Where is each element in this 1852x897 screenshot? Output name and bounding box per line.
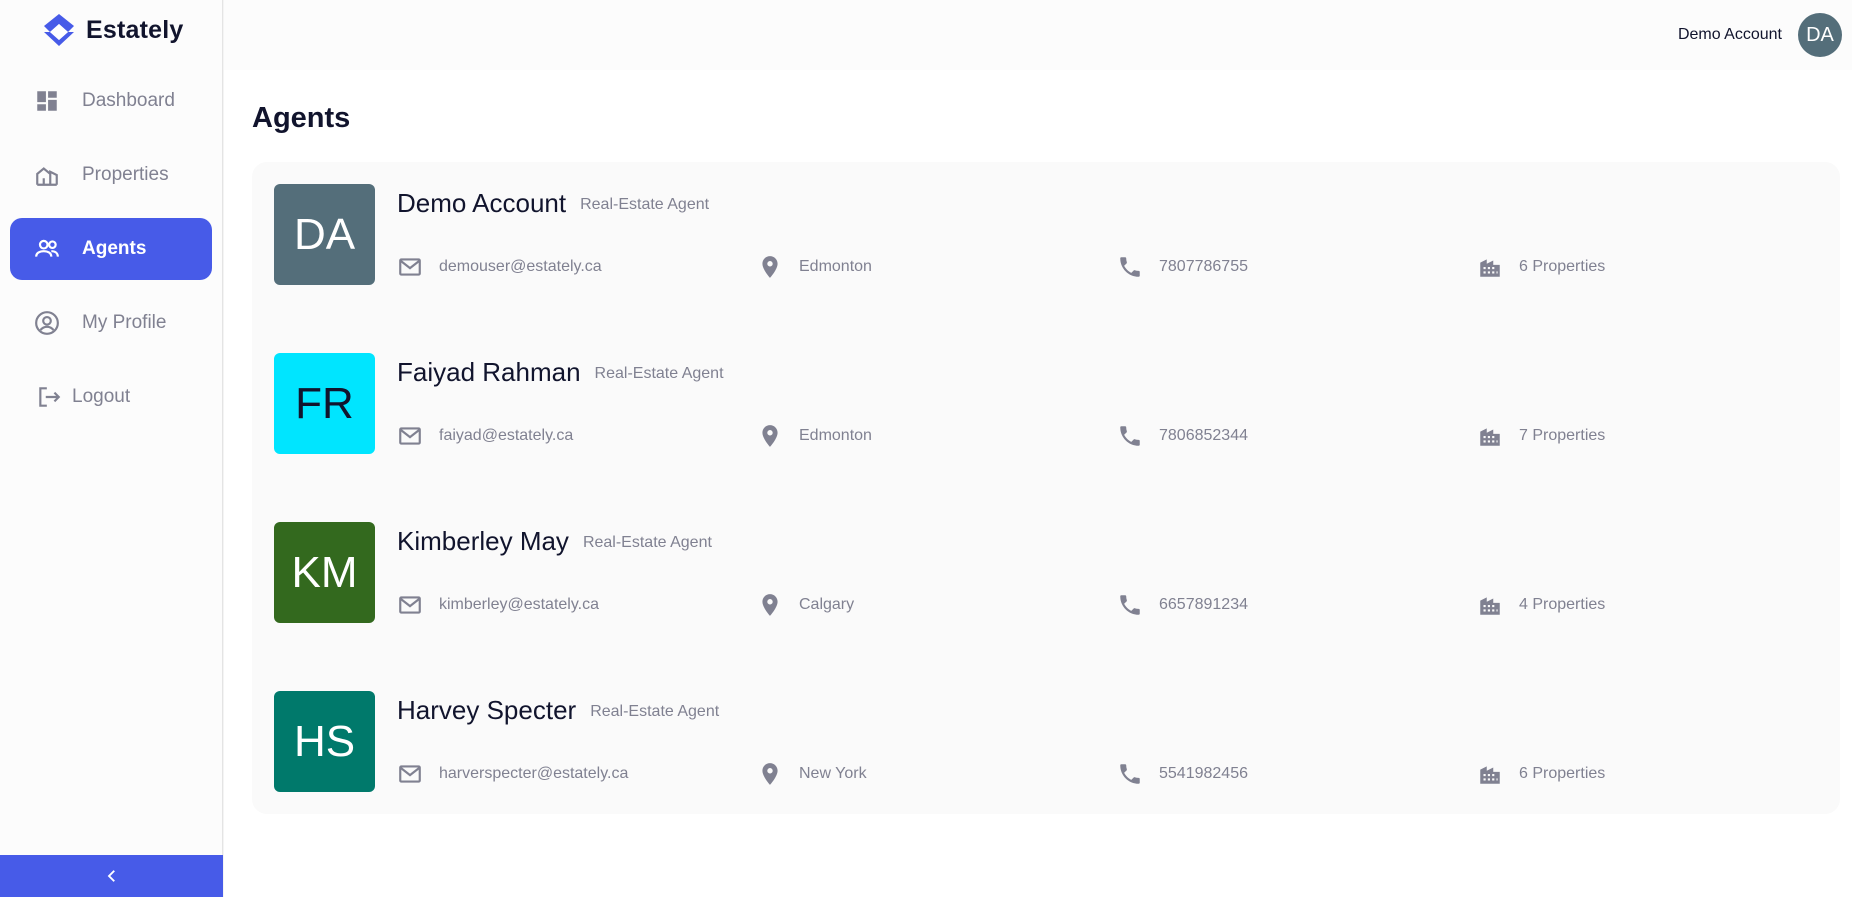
top-header: Demo Account DA xyxy=(224,0,1852,70)
building-icon xyxy=(1480,428,1500,446)
sidebar: Estately Dashboard Properties Agents My … xyxy=(0,0,223,897)
agent-location-text: Edmonton xyxy=(799,427,872,444)
agent-name-row: Demo Account Real-Estate Agent xyxy=(397,188,709,219)
agent-email-text: faiyad@estately.ca xyxy=(439,427,574,444)
agent-card[interactable]: HS Harvey Specter Real-Estate Agent harve… xyxy=(274,691,1824,792)
phone-icon xyxy=(1120,426,1140,446)
agent-role: Real-Estate Agent xyxy=(594,365,724,382)
sidebar-item-agents[interactable]: Agents xyxy=(10,218,212,280)
agents-list: DA Demo Account Real-Estate Agent demouse… xyxy=(252,162,1840,814)
sidebar-item-label: Agents xyxy=(82,238,147,259)
sidebar-item-label: My Profile xyxy=(82,312,167,333)
building-icon xyxy=(1480,597,1500,615)
agent-properties: 6 Properties xyxy=(1477,254,1605,280)
agent-role: Real-Estate Agent xyxy=(580,196,710,213)
agent-email: kimberley@estately.ca xyxy=(397,592,599,618)
agent-phone-text: 5541982456 xyxy=(1159,765,1248,782)
sidebar-item-label: Properties xyxy=(82,164,169,185)
location-pin-icon xyxy=(762,425,778,447)
agent-name: Harvey Specter xyxy=(397,695,577,725)
phone-icon xyxy=(1120,595,1140,615)
agent-phone: 6657891234 xyxy=(1117,592,1248,618)
sidebar-item-logout[interactable]: Logout xyxy=(10,366,212,428)
agent-phone: 7807786755 xyxy=(1117,254,1248,280)
agent-properties-text: 6 Properties xyxy=(1519,765,1606,782)
estately-logo-icon xyxy=(44,14,74,46)
sidebar-item-properties[interactable]: Properties xyxy=(10,144,212,206)
agent-location-text: Edmonton xyxy=(799,258,872,275)
phone-icon xyxy=(1120,764,1140,784)
agent-email-text: harverspecter@estately.ca xyxy=(439,765,629,782)
agent-avatar: FR xyxy=(274,353,375,454)
agent-email: demouser@estately.ca xyxy=(397,254,602,280)
building-icon xyxy=(1480,766,1500,784)
agent-phone: 5541982456 xyxy=(1117,761,1248,787)
account-circle-icon xyxy=(35,311,59,335)
location-pin-icon xyxy=(762,763,778,785)
app-logo[interactable]: Estately xyxy=(40,12,184,48)
sidebar-item-dashboard[interactable]: Dashboard xyxy=(10,70,212,132)
agent-phone: 7806852344 xyxy=(1117,423,1248,449)
sidebar-item-label: Logout xyxy=(72,386,131,407)
agent-name: Kimberley May xyxy=(397,526,569,556)
agent-location: Edmonton xyxy=(757,254,872,280)
agent-email: harverspecter@estately.ca xyxy=(397,761,628,787)
page-title: Agents xyxy=(252,102,351,134)
logout-icon xyxy=(39,387,61,407)
app-name: Estately xyxy=(86,15,184,44)
agent-name-row: Kimberley May Real-Estate Agent xyxy=(397,526,712,557)
phone-icon xyxy=(1120,257,1140,277)
agent-location: Calgary xyxy=(757,592,854,618)
agent-card[interactable]: FR Faiyad Rahman Real-Estate Agent faiyad… xyxy=(274,353,1824,454)
agent-phone-text: 7806852344 xyxy=(1159,427,1248,444)
sidebar-collapse-button[interactable] xyxy=(0,855,223,897)
agent-name-row: Harvey Specter Real-Estate Agent xyxy=(397,695,719,726)
agent-email-text: kimberley@estately.ca xyxy=(439,596,599,613)
agent-location: Edmonton xyxy=(757,423,872,449)
agent-location: New York xyxy=(757,761,867,787)
email-icon xyxy=(399,258,421,276)
agent-location-text: Calgary xyxy=(799,596,855,613)
agent-role: Real-Estate Agent xyxy=(582,534,712,551)
email-icon xyxy=(399,765,421,783)
people-icon xyxy=(35,239,59,257)
agent-properties: 4 Properties xyxy=(1477,592,1605,618)
agent-card[interactable]: DA Demo Account Real-Estate Agent demouse… xyxy=(274,184,1824,285)
location-pin-icon xyxy=(762,594,778,616)
agent-name-row: Faiyad Rahman Real-Estate Agent xyxy=(397,357,724,388)
agent-phone-text: 6657891234 xyxy=(1159,596,1248,613)
agent-properties-text: 4 Properties xyxy=(1519,596,1606,613)
agent-properties: 6 Properties xyxy=(1477,761,1605,787)
header-user-name: Demo Account xyxy=(1677,26,1782,43)
agent-phone-text: 7807786755 xyxy=(1159,258,1248,275)
agent-avatar: DA xyxy=(274,184,375,285)
location-pin-icon xyxy=(762,256,778,278)
agent-name: Demo Account xyxy=(397,188,567,218)
sidebar-item-my-profile[interactable]: My Profile xyxy=(10,292,212,354)
sidebar-item-label: Dashboard xyxy=(82,90,175,111)
dashboard-icon xyxy=(37,91,57,111)
agent-properties-text: 6 Properties xyxy=(1519,258,1606,275)
agent-avatar: KM xyxy=(274,522,375,623)
sidebar-nav: Dashboard Properties Agents My Profile L… xyxy=(10,70,212,440)
agent-name: Faiyad Rahman xyxy=(397,357,581,387)
chevron-left-icon xyxy=(107,870,115,882)
agent-location-text: New York xyxy=(799,765,867,782)
avatar[interactable]: DA xyxy=(1798,13,1842,57)
email-icon xyxy=(399,427,421,445)
property-icon xyxy=(36,167,58,186)
agent-email-text: demouser@estately.ca xyxy=(439,258,602,275)
agent-avatar: HS xyxy=(274,691,375,792)
agent-properties: 7 Properties xyxy=(1477,423,1605,449)
building-icon xyxy=(1480,259,1500,277)
agent-role: Real-Estate Agent xyxy=(590,703,720,720)
agent-email: faiyad@estately.ca xyxy=(397,423,573,449)
main-content: Agents DA Demo Account Real-Estate Agent … xyxy=(224,70,1852,897)
agent-card[interactable]: KM Kimberley May Real-Estate Agent kimber… xyxy=(274,522,1824,623)
agent-properties-text: 7 Properties xyxy=(1519,427,1606,444)
email-icon xyxy=(399,596,421,614)
